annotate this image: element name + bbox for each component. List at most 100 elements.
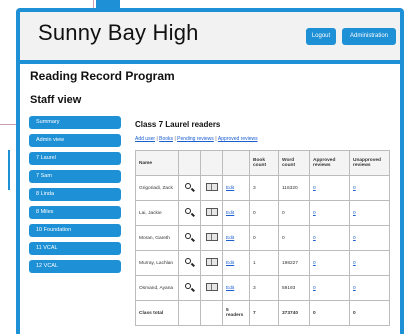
total-readers: 5 readers — [222, 300, 250, 326]
approved-cell: 0 — [309, 225, 350, 251]
unapproved-link[interactable]: 0 — [353, 186, 356, 191]
unapproved-cell: 0 — [349, 175, 390, 201]
edit-cell: Edit — [222, 200, 250, 226]
reader-name: Grigoriadi, Zack — [135, 175, 179, 201]
edit-cell: Edit — [222, 250, 250, 276]
unapproved-link[interactable]: 0 — [353, 211, 356, 216]
content-area: Reading Record Program Staff view Summar… — [20, 64, 400, 334]
approved-link[interactable]: 0 — [313, 286, 316, 291]
sidebar-item-11-vcal[interactable]: 11 VCAL — [29, 242, 121, 255]
sidebar-item-summary[interactable]: Summary — [29, 116, 121, 129]
add-user-link[interactable]: Add user — [135, 136, 155, 142]
unapproved-link[interactable]: 0 — [353, 236, 356, 241]
readers-table: Name Book count Word count Approved revi… — [135, 150, 390, 326]
reader-name: Moran, Gareth — [135, 225, 179, 251]
magnifier-icon[interactable] — [185, 282, 195, 292]
app-frame: Sunny Bay High Logout Administration Rea… — [16, 8, 404, 334]
books-cell — [200, 250, 223, 276]
edit-link[interactable]: Edit — [226, 211, 234, 216]
approved-reviews-link[interactable]: Approved reviews — [218, 136, 258, 142]
view-cell — [178, 275, 201, 301]
edit-link[interactable]: Edit — [226, 286, 234, 291]
unapproved-link[interactable]: 0 — [353, 261, 356, 266]
total-books: 7 — [249, 300, 279, 326]
empty-cell — [200, 300, 223, 326]
sidebar-item-7-sam[interactable]: 7 Sam — [29, 170, 121, 183]
page-subtitle: Staff view — [30, 94, 82, 106]
table-row: Murray, Lachlan Edit 1 198227 0 0 — [135, 250, 390, 276]
edit-link[interactable]: Edit — [226, 186, 234, 191]
view-cell — [178, 175, 201, 201]
book-icon[interactable] — [205, 283, 218, 291]
magnifier-icon[interactable] — [185, 257, 195, 267]
book-count: 3 — [249, 275, 279, 301]
edit-cell: Edit — [222, 225, 250, 251]
col-header-name: Name — [135, 150, 179, 176]
books-cell — [200, 175, 223, 201]
view-cell — [178, 250, 201, 276]
col-header-edit — [222, 150, 250, 176]
empty-cell — [178, 300, 201, 326]
decorative-bar — [8, 150, 10, 190]
view-cell — [178, 200, 201, 226]
word-count: 0 — [278, 200, 310, 226]
book-count: 3 — [249, 175, 279, 201]
books-link[interactable]: Books — [159, 136, 173, 142]
total-row: Class total 5 readers 7 373740 0 0 — [135, 300, 390, 326]
edit-link[interactable]: Edit — [226, 261, 234, 266]
table-row: Grigoriadi, Zack Edit 3 116320 0 0 — [135, 175, 390, 201]
approved-link[interactable]: 0 — [313, 236, 316, 241]
book-count: 1 — [249, 250, 279, 276]
unapproved-cell: 0 — [349, 200, 390, 226]
sidebar-item-8-miles[interactable]: 8 Miles — [29, 206, 121, 219]
table-row: Osmand, Ayana Edit 3 59193 0 0 — [135, 275, 390, 301]
unapproved-link[interactable]: 0 — [353, 286, 356, 291]
edit-link[interactable]: Edit — [226, 236, 234, 241]
total-unapproved: 0 — [349, 300, 390, 326]
administration-button[interactable]: Administration — [342, 28, 396, 45]
unapproved-cell: 0 — [349, 225, 390, 251]
sidebar-item-10-foundation[interactable]: 10 Foundation — [29, 224, 121, 237]
books-cell — [200, 225, 223, 251]
pending-reviews-link[interactable]: Pending reviews — [177, 136, 214, 142]
word-count: 198227 — [278, 250, 310, 276]
approved-link[interactable]: 0 — [313, 186, 316, 191]
col-header-approved: Approved reviews — [309, 150, 350, 176]
edit-cell: Edit — [222, 175, 250, 201]
col-header-view — [178, 150, 201, 176]
word-count: 116320 — [278, 175, 310, 201]
magnifier-icon[interactable] — [185, 232, 195, 242]
approved-cell: 0 — [309, 175, 350, 201]
book-count: 0 — [249, 200, 279, 226]
school-name: Sunny Bay High — [38, 20, 199, 45]
approved-cell: 0 — [309, 275, 350, 301]
unapproved-cell: 0 — [349, 275, 390, 301]
sidebar-item-8-linda[interactable]: 8 Linda — [29, 188, 121, 201]
books-cell — [200, 275, 223, 301]
book-icon[interactable] — [205, 208, 218, 216]
total-label: Class total — [135, 300, 179, 326]
sidebar-item-12-vcal[interactable]: 12 VCAL — [29, 260, 121, 273]
sidebar-item-admin-view[interactable]: Admin view — [29, 134, 121, 147]
book-icon[interactable] — [205, 233, 218, 241]
approved-link[interactable]: 0 — [313, 261, 316, 266]
view-cell — [178, 225, 201, 251]
approved-link[interactable]: 0 — [313, 211, 316, 216]
magnifier-icon[interactable] — [185, 207, 195, 217]
reader-name: Lai, Jackie — [135, 200, 179, 226]
logout-button[interactable]: Logout — [306, 28, 336, 45]
page-title: Reading Record Program — [30, 69, 175, 83]
book-icon[interactable] — [205, 183, 218, 191]
class-title: Class 7 Laurel readers — [135, 120, 221, 129]
main-panel: Class 7 Laurel readers Add user | Books … — [135, 116, 390, 326]
book-icon[interactable] — [205, 258, 218, 266]
word-count: 59193 — [278, 275, 310, 301]
reader-name: Murray, Lachlan — [135, 250, 179, 276]
books-cell — [200, 200, 223, 226]
edit-cell: Edit — [222, 275, 250, 301]
sidebar-item-7-laurel[interactable]: 7 Laurel — [29, 152, 121, 165]
approved-cell: 0 — [309, 250, 350, 276]
magnifier-icon[interactable] — [185, 182, 195, 192]
book-count: 0 — [249, 225, 279, 251]
total-approved: 0 — [309, 300, 350, 326]
